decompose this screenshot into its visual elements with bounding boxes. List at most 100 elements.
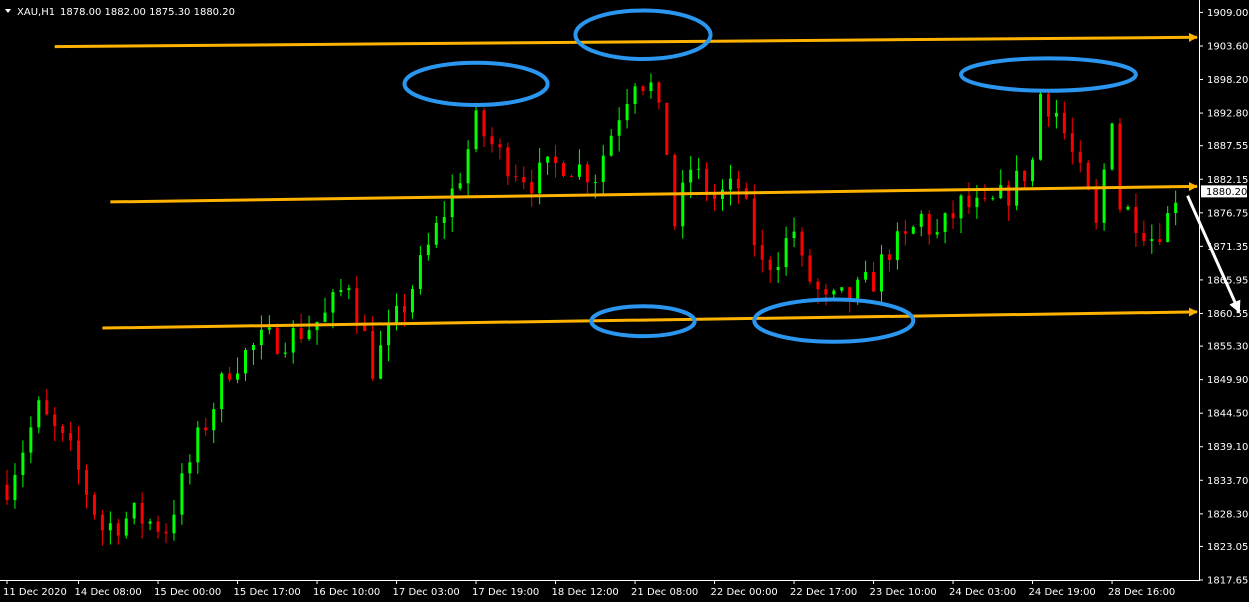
candle-body	[45, 400, 49, 415]
time-tick-label: 14 Dec 08:00	[75, 587, 142, 598]
candle-body	[530, 182, 534, 194]
candle-body	[331, 292, 335, 313]
candle-body	[29, 427, 33, 453]
candle-body	[975, 197, 979, 208]
candle-body	[752, 198, 756, 246]
candle-body	[347, 288, 351, 290]
candle-body	[593, 181, 597, 183]
candle-body	[403, 305, 406, 313]
candle-body	[267, 327, 271, 330]
candle-body	[1110, 123, 1114, 170]
candle-body	[69, 433, 73, 441]
candle-body	[458, 183, 462, 189]
candle-body	[220, 373, 224, 410]
candle-body	[339, 289, 343, 293]
candle-body	[140, 502, 144, 524]
candle-body	[1086, 162, 1090, 190]
candle-body	[61, 426, 65, 434]
time-tick-label: 11 Dec 2020	[3, 587, 67, 598]
candle-body	[1054, 112, 1058, 117]
candle-body	[37, 400, 41, 428]
candle-body	[259, 329, 263, 346]
candle-body	[92, 494, 96, 515]
candle-body	[53, 414, 57, 427]
candle-body	[116, 523, 120, 536]
candle-body	[156, 521, 160, 532]
candle-body	[355, 288, 359, 323]
time-tick-label: 24 Dec 03:00	[949, 587, 1016, 598]
candle-body	[554, 156, 558, 164]
price-tick-label: 1909.00	[1207, 8, 1248, 19]
candle-body	[180, 473, 184, 515]
candle-body	[506, 147, 510, 177]
candle-body	[1174, 202, 1178, 214]
candle-body	[1142, 232, 1146, 241]
candle-body	[482, 110, 486, 137]
candle-body	[546, 156, 550, 163]
time-tick-label: 28 Dec 16:00	[1108, 587, 1175, 598]
candle-body	[132, 502, 136, 519]
candle-body	[816, 281, 820, 290]
candle-body	[967, 195, 971, 208]
candle-body	[689, 169, 693, 183]
candle-body	[283, 352, 287, 354]
candle-body	[641, 86, 645, 92]
candle-body	[212, 409, 216, 431]
price-tick-label: 1817.65	[1207, 576, 1248, 587]
price-tick-label: 1828.30	[1207, 509, 1248, 520]
candle-body	[864, 271, 868, 280]
candle-body	[832, 290, 836, 295]
candle-body	[951, 213, 955, 219]
price-tick-label: 1844.50	[1207, 409, 1248, 420]
candle-body	[1070, 133, 1074, 152]
candle-body	[291, 328, 295, 353]
time-tick-label: 15 Dec 17:00	[234, 587, 301, 598]
chart-header: XAU,H1 1878.00 1882.00 1875.30 1880.20	[5, 7, 235, 18]
candle-body	[1166, 213, 1170, 242]
candle-body	[498, 144, 502, 148]
price-tick-label: 1833.70	[1207, 476, 1248, 487]
candle-body	[625, 103, 629, 121]
candle-body	[148, 521, 152, 524]
candle-body	[601, 155, 605, 182]
candle-body	[633, 86, 637, 104]
price-tick-label: 1865.95	[1207, 275, 1248, 286]
candle-body	[474, 110, 478, 150]
symbol-label: XAU,H1	[17, 7, 55, 18]
current-price-label: 1880.20	[1206, 187, 1247, 198]
candle-body	[577, 164, 581, 177]
price-tick-label: 1898.20	[1207, 75, 1248, 86]
time-tick-label: 16 Dec 10:00	[313, 587, 380, 598]
candle-body	[442, 217, 446, 223]
price-tick-label: 1887.55	[1207, 141, 1248, 152]
candle-body	[244, 350, 247, 374]
candle-body	[927, 213, 931, 235]
time-tick-label: 21 Dec 08:00	[631, 587, 698, 598]
price-chart[interactable]: 1909.00 1903.60 1898.20 1892.80 1887.55 1882.…	[0, 0, 1249, 602]
candle-body	[450, 188, 454, 218]
candle-body	[768, 259, 772, 271]
time-tick-label: 15 Dec 00:00	[154, 587, 221, 598]
candle-body	[522, 176, 526, 183]
candle-body	[164, 531, 168, 534]
candle-body	[275, 327, 279, 354]
time-tick-label: 22 Dec 17:00	[790, 587, 857, 598]
candle-body	[887, 254, 891, 261]
price-tick-label: 1876.75	[1207, 208, 1248, 219]
candle-body	[657, 82, 661, 103]
candle-body	[991, 198, 995, 200]
candle-body	[204, 427, 208, 431]
price-tick-label: 1882.15	[1207, 175, 1248, 186]
time-tick-label: 17 Dec 19:00	[472, 587, 539, 598]
price-tick-label: 1849.90	[1207, 375, 1248, 386]
candle-body	[172, 514, 176, 534]
candle-body	[323, 312, 327, 322]
candle-body	[307, 330, 311, 339]
time-tick-label: 22 Dec 00:00	[711, 587, 778, 598]
candle-body	[426, 244, 430, 256]
candle-body	[1039, 93, 1042, 160]
time-tick-label: 17 Dec 03:00	[393, 587, 460, 598]
candle-body	[418, 255, 422, 289]
candle-body	[236, 373, 240, 380]
candle-body	[251, 345, 255, 351]
